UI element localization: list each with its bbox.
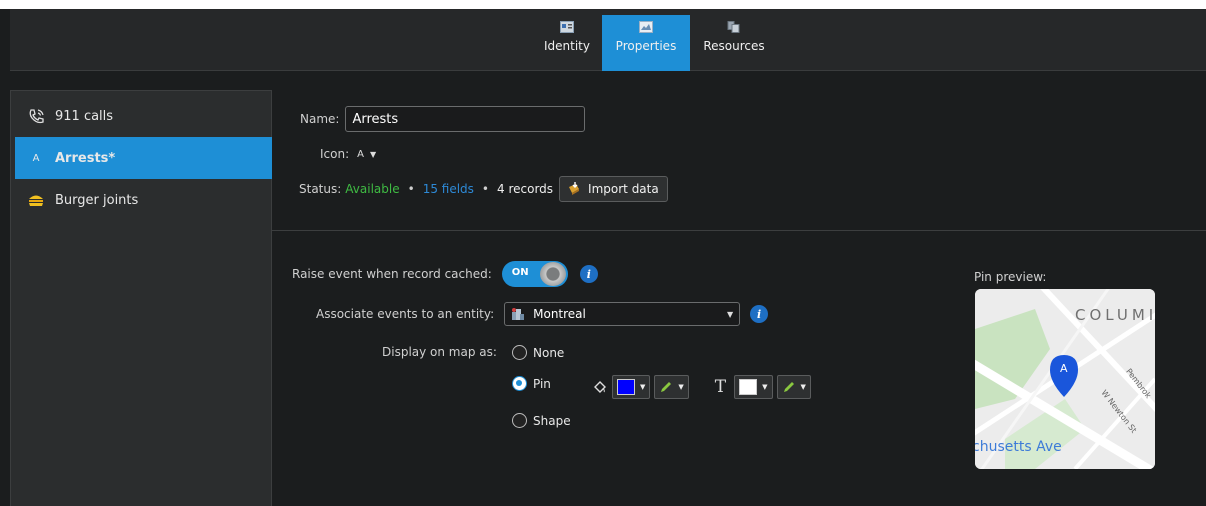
import-data-label: Import data [588,182,659,196]
associate-row: Associate events to an entity: Montreal … [316,302,769,326]
status-row: Status: Available • 15 fields • 4 record… [299,176,668,202]
option-shape[interactable]: Shape [512,413,571,428]
text-fill-color-button[interactable]: ▼ [734,375,773,399]
fields-link[interactable]: 15 fields [423,182,474,196]
records-count: 4 records [497,182,554,196]
toggle-knob [539,262,566,286]
option-pin-label: Pin [533,376,551,391]
chevron-down-icon: ▼ [726,309,734,319]
option-none-label: None [533,345,565,360]
resources-icon [727,21,740,33]
tab-identity-label: Identity [544,39,590,53]
entity-select[interactable]: Montreal ▼ [504,302,741,326]
text-pen-color-button[interactable]: ▼ [776,375,811,399]
tab-properties[interactable]: Properties [602,15,690,71]
map-label-columbus: COLUMI [1075,306,1155,324]
icon-label: Icon: [320,147,350,161]
toggle-on-label: ON [511,267,529,278]
option-shape-label: Shape [533,413,571,428]
sidebar-item-911-calls[interactable]: 911 calls [15,95,272,137]
icon-selector[interactable]: A ▼ [357,149,376,160]
arrests-letter-icon: A [32,152,40,164]
display-row: Display on map as: [382,345,497,359]
sidebar-item-burger-joints[interactable]: Burger joints [15,179,272,221]
name-input[interactable] [345,106,586,132]
paint-bucket-icon [594,381,606,393]
sidebar-item-label: Burger joints [55,192,139,208]
sidebar-item-label: 911 calls [55,108,114,124]
map-pin-icon [1050,355,1078,397]
display-label: Display on map as: [382,345,497,359]
raise-event-label: Raise event when record cached: [292,267,492,281]
text-icon: T [714,377,727,397]
chevron-down-icon: ▼ [678,383,684,391]
name-label: Name: [300,112,340,126]
chevron-down-icon: ▼ [762,383,768,391]
pin-fill-color-button[interactable]: ▼ [612,375,651,399]
raise-event-row: Raise event when record cached: ON i [292,261,598,287]
status-label: Status: [299,182,342,196]
tab-identity[interactable]: Identity [536,15,598,71]
separator-dot: • [407,182,415,196]
entity-value: Montreal [533,307,586,321]
pin-preview-label: Pin preview: [974,270,1047,284]
tab-resources-label: Resources [703,39,765,53]
import-icon [569,182,580,195]
radio-none[interactable] [512,345,527,360]
sidebar-item-arrests[interactable]: A Arrests* [15,137,272,179]
option-pin[interactable]: Pin [512,376,551,391]
icon-value: A [357,148,364,160]
radio-pin[interactable] [512,376,527,391]
sidebar-item-label: Arrests* [55,150,116,166]
map-pin-letter: A [1060,362,1068,375]
name-row: Name: [300,106,586,132]
identity-card-icon [560,21,574,33]
chevron-down-icon: ▼ [800,383,806,391]
option-none[interactable]: None [512,345,564,360]
chevron-down-icon: ▼ [369,149,377,159]
city-entity-icon [512,308,525,320]
burger-icon [27,193,45,207]
icon-row: Icon: A ▼ [320,147,376,161]
tab-properties-label: Properties [615,39,677,53]
tab-resources[interactable]: Resources [698,15,770,71]
top-tab-bar: Identity Properties Resources [10,9,1206,71]
pin-pen-color-button[interactable]: ▼ [654,375,689,399]
map-label-avenue: chusetts Ave [975,439,1062,455]
pencil-icon [783,382,794,392]
phone-icon [27,108,45,125]
pin-style-controls: ▼ ▼ T ▼ ▼ [592,375,811,399]
pin-fill-swatch [617,379,635,395]
chevron-down-icon: ▼ [640,383,646,391]
status-value: Available [345,182,400,196]
radio-shape[interactable] [512,413,527,428]
import-data-button[interactable]: Import data [559,176,668,202]
layer-list-sidebar: 911 calls A Arrests* Burger joints [10,90,272,506]
separator-dot: • [481,182,489,196]
properties-panel: Name: Icon: A ▼ Status: Available • 15 f… [272,71,1206,506]
associate-label: Associate events to an entity: [316,307,495,321]
info-icon[interactable]: i [579,265,598,283]
properties-icon [639,21,653,33]
raise-event-toggle[interactable]: ON [501,261,568,287]
section-divider [272,230,1206,231]
pin-preview-map: COLUMI W Newton St Pembrok chusetts Ave … [975,289,1155,469]
text-fill-swatch [739,379,758,395]
top-strip [0,0,1206,9]
pencil-icon [661,382,672,392]
info-icon[interactable]: i [750,305,769,323]
